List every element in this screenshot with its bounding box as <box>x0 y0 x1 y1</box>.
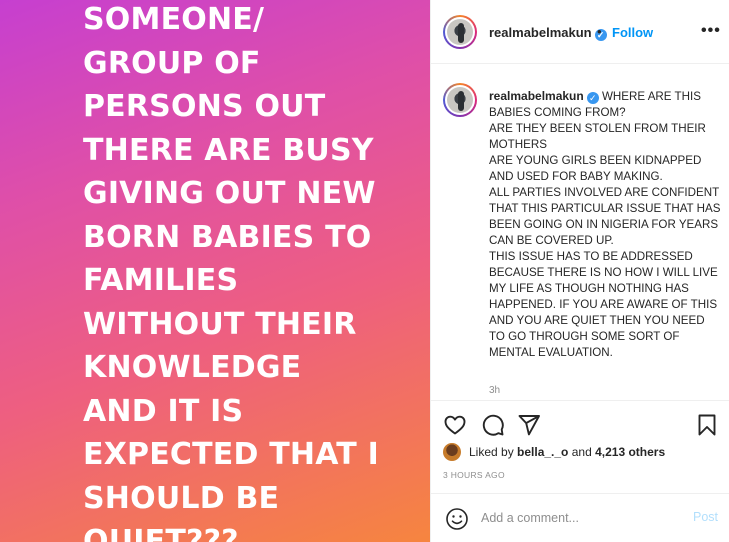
likes-text: Liked by bella_._o and 4,213 others <box>469 445 665 459</box>
bookmark-icon[interactable] <box>695 413 719 437</box>
caption-time-ago[interactable]: 3h <box>489 385 500 396</box>
media-text-line: AND IT IS <box>83 393 244 429</box>
instagram-post: SOMEONE/ GROUP OF PERSONS OUT THERE ARE … <box>0 0 729 542</box>
header-separator: • <box>597 24 602 39</box>
media-text: SOMEONE/ GROUP OF PERSONS OUT THERE ARE … <box>83 0 413 542</box>
smiley-icon[interactable] <box>445 507 469 531</box>
verified-badge-icon: ✓ <box>586 92 599 104</box>
post-comment-button[interactable]: Post <box>693 510 718 524</box>
media-text-line: SHOULD BE <box>83 480 280 516</box>
media-text-line: EXPECTED THAT I <box>83 437 379 472</box>
avatar[interactable] <box>443 15 477 49</box>
paper-plane-icon[interactable] <box>517 413 541 437</box>
post-timestamp[interactable]: 3 HOURS AGO <box>443 470 505 480</box>
post-media[interactable]: SOMEONE/ GROUP OF PERSONS OUT THERE ARE … <box>0 0 430 542</box>
likes-count[interactable]: 4,213 others <box>595 445 665 459</box>
comment-bubble-icon[interactable] <box>481 413 505 437</box>
comment-bar: Post <box>431 493 729 542</box>
media-text-line: SOMEONE/ <box>83 2 265 37</box>
likes-middle: and <box>568 445 596 459</box>
avatar-image <box>447 19 473 45</box>
media-text-line: THERE ARE BUSY <box>83 132 374 168</box>
likes-prefix: Liked by <box>469 445 518 459</box>
media-text-line: PERSONS OUT <box>83 89 326 124</box>
ellipsis-icon[interactable]: ••• <box>701 22 721 40</box>
avatar-image <box>447 87 473 113</box>
media-text-line: WITHOUT THEIR <box>83 306 357 342</box>
caption-avatar[interactable] <box>443 83 477 117</box>
liker-username[interactable]: bella_._o <box>517 445 568 459</box>
header-username-link[interactable]: realmabelmakun ✓ <box>489 25 607 41</box>
post-header: realmabelmakun ✓ • Follow ••• <box>431 0 729 64</box>
caption-text: WHERE ARE THIS BABIES COMING FROM? ARE T… <box>489 90 721 359</box>
media-text-line: BORN BABIES TO <box>83 219 372 255</box>
action-bar <box>431 400 729 445</box>
caption: realmabelmakun ✓ WHERE ARE THIS BABIES CO… <box>489 88 721 361</box>
follow-button[interactable]: Follow <box>612 25 653 40</box>
media-text-line: GROUP OF <box>83 45 261 81</box>
comment-input[interactable] <box>481 508 671 528</box>
likes-row: Liked by bella_._o and 4,213 others <box>443 442 665 462</box>
liker-avatar[interactable] <box>443 443 461 461</box>
media-text-line: KNOWLEDGE <box>83 350 302 385</box>
caption-username[interactable]: realmabelmakun <box>489 89 584 103</box>
media-text-line: FAMILIES <box>83 263 239 298</box>
header-username: realmabelmakun <box>489 25 592 40</box>
post-sidebar: realmabelmakun ✓ • Follow ••• realmabelma… <box>430 0 729 542</box>
media-text-line: QUIET??? <box>83 524 239 542</box>
caption-area: realmabelmakun ✓ WHERE ARE THIS BABIES CO… <box>431 65 729 400</box>
heart-icon[interactable] <box>443 413 467 437</box>
media-text-line: GIVING OUT NEW <box>83 176 376 211</box>
